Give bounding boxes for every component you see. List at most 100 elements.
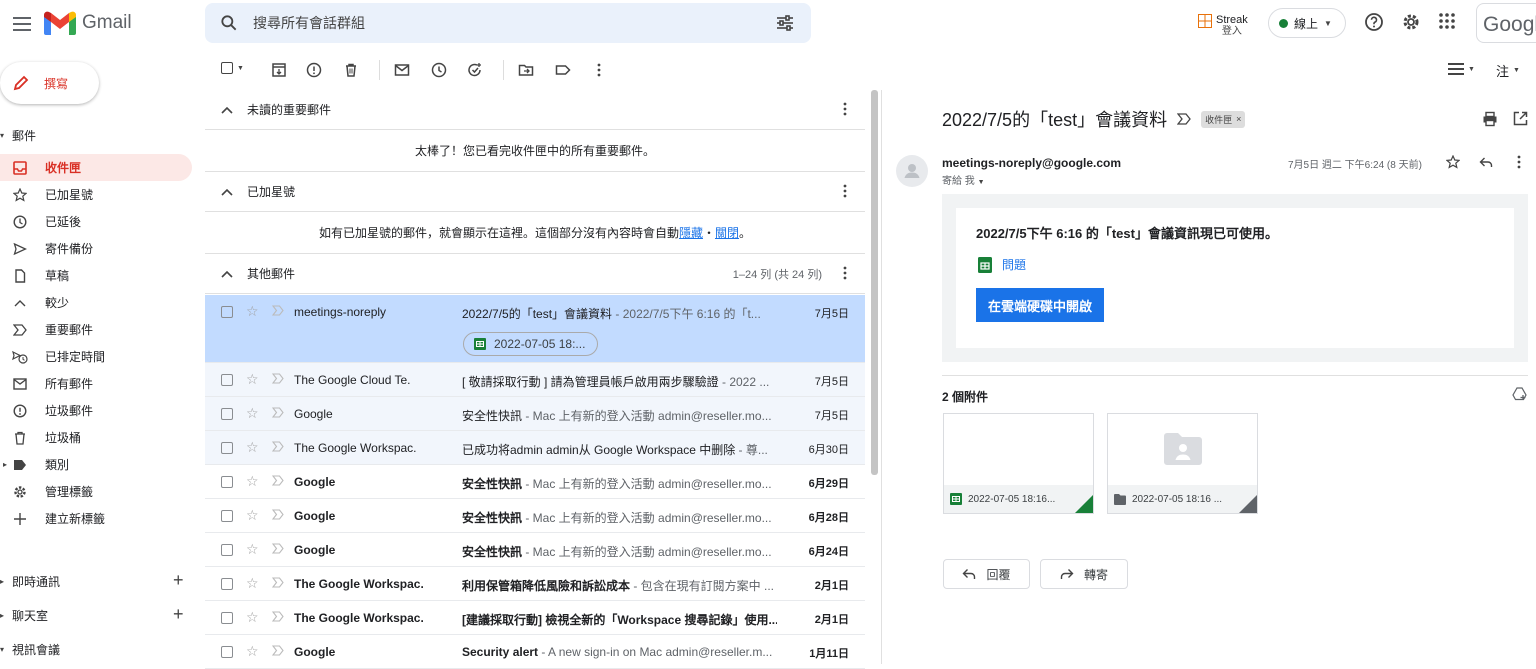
mail-section-header[interactable]: ▾ 郵件 [0,127,36,144]
message-row[interactable]: ☆ The Google Workspac. 已成功将admin admin从 Go… [205,431,865,465]
gmail-logo[interactable]: Gmail [44,8,132,38]
row-checkbox[interactable] [221,612,233,624]
settings-button[interactable] [1401,12,1421,32]
attachment-sheets[interactable]: 2022-07-05 18:16... [943,413,1094,514]
rooms-section-header[interactable]: ▸ 聊天室 [0,607,48,624]
star-icon[interactable]: ☆ [246,473,259,490]
main-menu-button[interactable] [8,10,36,38]
star-icon[interactable]: ☆ [246,575,259,592]
help-button[interactable] [1364,12,1384,32]
star-icon[interactable]: ☆ [246,541,259,558]
reply-icon[interactable] [1479,155,1493,169]
report-spam-icon[interactable] [306,62,322,78]
important-marker-icon[interactable] [272,645,284,656]
attachment-chip[interactable]: 2022-07-05 18:... [463,332,598,356]
star-icon[interactable]: ☆ [246,643,259,660]
sidebar-item[interactable]: 已排定時間 [0,343,192,370]
sidebar-item[interactable]: 已延後 [0,208,192,235]
search-icon[interactable] [219,13,239,33]
open-new-window-icon[interactable] [1513,111,1528,126]
search-options-icon[interactable] [775,13,795,33]
add-to-drive-icon[interactable] [1512,387,1528,401]
select-all-checkbox[interactable]: ▼ [221,62,244,74]
row-checkbox[interactable] [221,578,233,590]
expand-arrow-icon[interactable]: ▸ [3,460,7,469]
sidebar-item[interactable]: 建立新標籤 [0,505,192,532]
section-starred[interactable]: 已加星號 [205,172,865,212]
close-link[interactable]: 關閉 [715,224,739,241]
archive-icon[interactable] [271,62,287,78]
row-checkbox[interactable] [221,646,233,658]
sheets-link[interactable]: 問題 [978,256,1026,273]
sidebar-item[interactable]: 收件匣 [0,154,192,181]
print-icon[interactable] [1482,111,1498,127]
message-row[interactable]: ☆ The Google Workspac. 利用保管箱降低風險和訴訟成本 - 包含… [205,567,865,601]
more-vert-icon[interactable] [1517,155,1521,169]
star-icon[interactable]: ☆ [246,439,259,456]
section-others[interactable]: 其他郵件 1–24 列 (共 24 列) [205,254,865,294]
more-vert-icon[interactable] [843,184,847,198]
sidebar-item[interactable]: 寄件備份 [0,235,192,262]
trash-icon[interactable] [343,62,359,78]
sender-email[interactable]: meetings-noreply@google.com [942,156,1121,170]
sidebar-item[interactable]: 草稿 [0,262,192,289]
new-chat-plus-icon[interactable]: + [173,571,184,589]
sidebar-item[interactable]: 重要郵件 [0,316,192,343]
message-row[interactable]: ☆ Google 安全性快訊 - Mac 上有新的登入活動 admin@resell… [205,397,865,431]
add-task-icon[interactable] [467,62,483,78]
row-checkbox[interactable] [221,476,233,488]
important-marker-icon[interactable] [272,441,284,452]
snooze-clock-icon[interactable] [431,62,447,78]
message-row[interactable]: ☆ The Google Workspac. [建議採取行動] 檢視全新的「Work… [205,601,865,635]
chat-section-header[interactable]: ▸ 即時通訊 [0,573,60,590]
input-tools-button[interactable]: 注 ▼ [1496,61,1520,80]
status-selector[interactable]: 線上 ▼ [1268,8,1346,38]
sidebar-item[interactable]: ▸ 類別 [0,451,192,478]
star-icon[interactable] [1446,155,1460,169]
hide-link[interactable]: 隱藏 [679,224,703,241]
attachment-folder[interactable]: 2022-07-05 18:16 ... [1107,413,1258,514]
sidebar-item[interactable]: 垃圾桶 [0,424,192,451]
reply-button[interactable]: 回覆 [943,559,1030,589]
meet-section-header[interactable]: ▾ 視訊會議 [0,641,60,658]
row-checkbox[interactable] [221,408,233,420]
sidebar-item[interactable]: 所有郵件 [0,370,192,397]
section-unread-important[interactable]: 未讀的重要郵件 [205,90,865,130]
star-icon[interactable]: ☆ [246,609,259,626]
apps-button[interactable] [1438,12,1456,30]
message-row[interactable]: ☆ Google 安全性快訊 - Mac 上有新的登入活動 admin@resell… [205,533,865,567]
message-row[interactable]: ☆ Google 安全性快訊 - Mac 上有新的登入活動 admin@resell… [205,465,865,499]
message-row[interactable]: ☆ meetings-noreply 2022/7/5的「test」會議資料 - 2… [205,295,865,363]
more-vert-icon[interactable] [591,62,607,78]
row-checkbox[interactable] [221,306,233,318]
message-row[interactable]: ☆ Google 安全性快訊 - Mac 上有新的登入活動 admin@resell… [205,499,865,533]
more-vert-icon[interactable] [843,266,847,280]
recipient-line[interactable]: 寄給 我 ▼ [942,172,985,187]
search-input[interactable] [253,3,753,43]
row-checkbox[interactable] [221,374,233,386]
sidebar-item[interactable]: 垃圾郵件 [0,397,192,424]
inbox-label-badge[interactable]: 收件匣 × [1201,110,1246,128]
sidebar-item[interactable]: 管理標籤 [0,478,192,505]
label-icon[interactable] [555,62,571,78]
open-in-drive-button[interactable]: 在雲端硬碟中開啟 [976,288,1104,322]
row-checkbox[interactable] [221,510,233,522]
mark-unread-icon[interactable] [394,62,410,78]
row-checkbox[interactable] [221,544,233,556]
forward-button[interactable]: 轉寄 [1040,559,1128,589]
important-marker-icon[interactable] [272,509,284,520]
important-marker-icon[interactable] [1177,113,1191,125]
star-icon[interactable]: ☆ [246,507,259,524]
list-scrollbar[interactable] [871,90,878,475]
important-marker-icon[interactable] [272,611,284,622]
pane-divider[interactable] [881,90,882,664]
split-pane-toggle[interactable]: ▼ [1448,62,1475,76]
important-marker-icon[interactable] [272,577,284,588]
sidebar-item[interactable]: 較少 [0,289,192,316]
more-vert-icon[interactable] [843,102,847,116]
star-icon[interactable]: ☆ [246,303,259,320]
important-marker-icon[interactable] [272,305,284,316]
important-marker-icon[interactable] [272,407,284,418]
new-room-plus-icon[interactable]: + [173,605,184,623]
row-checkbox[interactable] [221,442,233,454]
